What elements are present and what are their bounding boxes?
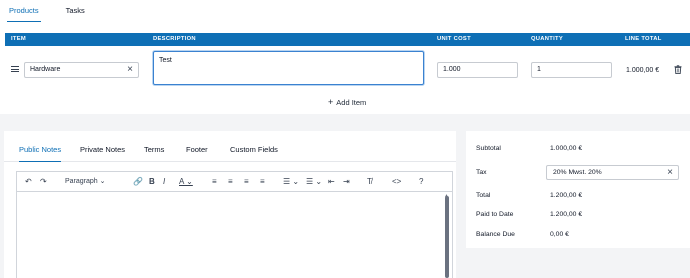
tab-footer[interactable]: Footer — [186, 145, 208, 154]
editor-toolbar: ↶ ↷ Paragraph ⌄ 🔗 B I A ⌄ ≡ ≡ ≡ ≡ ☰ ⌄ ☰ … — [17, 172, 452, 192]
italic-icon[interactable]: I — [163, 176, 165, 188]
tab-terms[interactable]: Terms — [144, 145, 164, 154]
subtotal-label: Subtotal — [476, 145, 501, 152]
line-total-value: 1.000,00 € — [626, 67, 660, 74]
rich-text-editor[interactable]: ↶ ↷ Paragraph ⌄ 🔗 B I A ⌄ ≡ ≡ ≡ ≡ ☰ ⌄ ☰ … — [16, 171, 453, 278]
scrollbar[interactable] — [445, 196, 449, 278]
clear-icon[interactable]: × — [667, 166, 673, 180]
table-header: ITEM DESCRIPTION UNIT COST QUANTITY LINE… — [5, 33, 690, 46]
drag-handle-icon[interactable] — [11, 66, 19, 72]
tax-select[interactable]: 20% Mwst. 20% × — [546, 165, 679, 180]
align-center-icon[interactable]: ≡ — [228, 176, 233, 188]
balance-due-value: 0,00 € — [550, 231, 569, 238]
text-color-icon[interactable]: A ⌄ — [179, 176, 193, 188]
indent-icon[interactable]: ⇥ — [343, 176, 350, 188]
totals-card: Subtotal 1.000,00 € Tax 20% Mwst. 20% × … — [466, 131, 690, 248]
code-icon[interactable]: <> — [392, 176, 401, 188]
bold-icon[interactable]: B — [149, 176, 155, 188]
tab-tasks[interactable]: Tasks — [64, 0, 87, 22]
col-item: ITEM — [11, 36, 27, 42]
align-left-icon[interactable]: ≡ — [212, 176, 217, 188]
align-right-icon[interactable]: ≡ — [244, 176, 249, 188]
tax-label: Tax — [476, 169, 487, 176]
plus-icon: + — [328, 97, 334, 107]
align-justify-icon[interactable]: ≡ — [260, 176, 265, 188]
main-tabs: Products Tasks — [0, 0, 690, 24]
tab-private-notes[interactable]: Private Notes — [80, 145, 125, 154]
description-field[interactable]: Test — [153, 51, 424, 85]
item-field[interactable]: Hardware × — [24, 62, 139, 78]
col-line-total: LINE TOTAL — [625, 36, 662, 42]
paragraph-select[interactable]: Paragraph ⌄ — [65, 176, 106, 188]
tab-custom-fields[interactable]: Custom Fields — [230, 145, 278, 154]
quantity-field[interactable]: 1 — [531, 62, 612, 78]
paid-to-date-value: 1.200,00 € — [550, 211, 583, 218]
clear-icon[interactable]: × — [127, 63, 133, 77]
total-label: Total — [476, 192, 491, 199]
bullet-list-icon[interactable]: ☰ ⌄ — [283, 176, 299, 188]
help-icon[interactable]: ? — [419, 176, 423, 188]
subtotal-value: 1.000,00 € — [550, 145, 583, 152]
tab-products[interactable]: Products — [7, 0, 41, 22]
unit-cost-field[interactable]: 1.000 — [437, 62, 518, 78]
add-item-button[interactable]: + Add Item — [328, 97, 366, 107]
notes-card: Public Notes Private Notes Terms Footer … — [4, 131, 456, 278]
col-quantity: QUANTITY — [531, 36, 564, 42]
table-row: Hardware × Test 1.000 1 1.000,00 € — [0, 48, 690, 92]
outdent-icon[interactable]: ⇤ — [328, 176, 335, 188]
redo-icon[interactable]: ↷ — [40, 176, 47, 188]
undo-icon[interactable]: ↶ — [25, 176, 32, 188]
balance-due-label: Balance Due — [476, 231, 515, 238]
paid-to-date-label: Paid to Date — [476, 211, 514, 218]
line-items-card: Products Tasks ITEM DESCRIPTION UNIT COS… — [0, 0, 690, 114]
notes-tabs: Public Notes Private Notes Terms Footer … — [4, 131, 456, 162]
chevron-down-icon: ⌄ — [99, 178, 106, 185]
col-description: DESCRIPTION — [153, 36, 196, 42]
numbered-list-icon[interactable]: ☰ ⌄ — [306, 176, 322, 188]
trash-icon[interactable] — [674, 65, 682, 74]
col-unit-cost: UNIT COST — [437, 36, 471, 42]
total-value: 1.200,00 € — [550, 192, 583, 199]
clear-format-icon[interactable]: T̸ — [367, 176, 372, 188]
link-icon[interactable]: 🔗 — [133, 176, 143, 188]
tab-public-notes[interactable]: Public Notes — [19, 145, 62, 162]
